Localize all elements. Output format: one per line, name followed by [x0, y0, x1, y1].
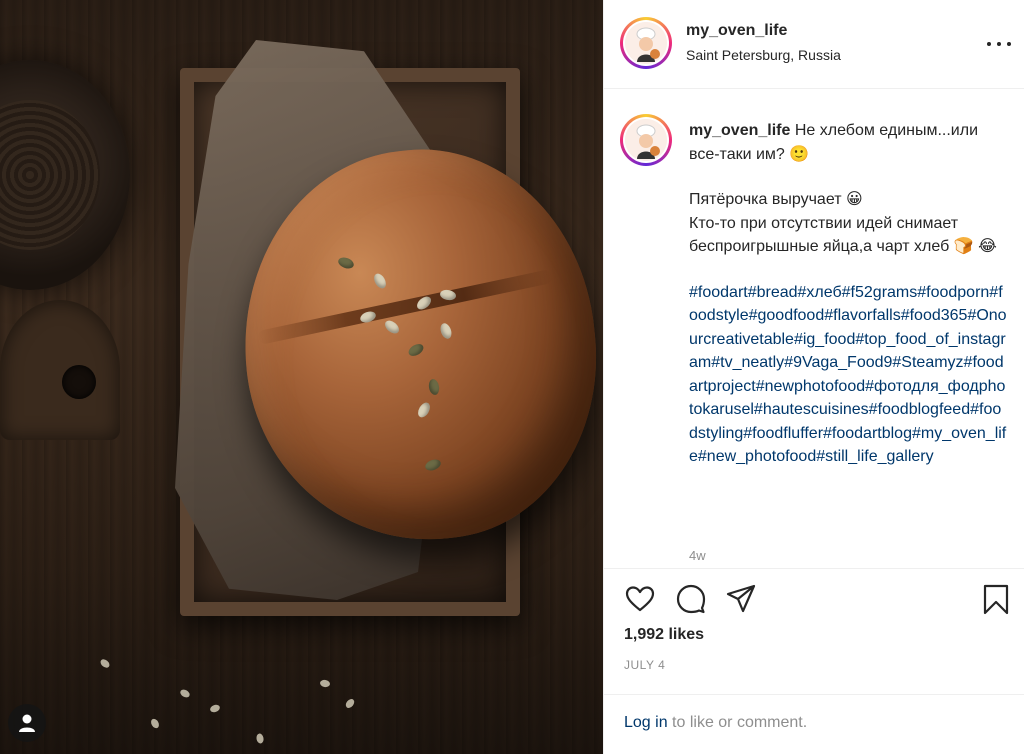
- caption-time-ago: 4w: [689, 548, 706, 563]
- more-icon[interactable]: [987, 34, 1011, 54]
- caption-area: my_oven_life Не хлебом единым...или все-…: [604, 90, 1024, 567]
- avatar[interactable]: [620, 114, 672, 166]
- cutting-board: [0, 300, 120, 440]
- bookmark-icon[interactable]: [980, 583, 1012, 615]
- profile-icon[interactable]: [8, 704, 46, 742]
- post-photo[interactable]: [0, 0, 603, 754]
- caption-hashtags[interactable]: #foodart#bread#хлеб#f52grams#foodporn#fo…: [689, 281, 1007, 469]
- scattered-seed: [344, 697, 356, 710]
- caption-text: my_oven_life Не хлебом единым...или все-…: [689, 119, 1007, 469]
- decorative-plate: [0, 60, 130, 290]
- post-panel: my_oven_life Saint Petersburg, Russia my…: [603, 0, 1024, 754]
- scattered-seed: [149, 717, 161, 730]
- scattered-seed: [98, 657, 112, 670]
- post-date[interactable]: JULY 4: [624, 658, 665, 672]
- scattered-seed: [255, 732, 265, 745]
- login-link[interactable]: Log in: [624, 714, 668, 731]
- caption-line-3: Кто-то при отсутствии идей снимает беспр…: [689, 214, 997, 256]
- caption-line-2: Пятёрочка выручает 😀: [689, 191, 863, 208]
- comment-icon[interactable]: [675, 583, 707, 615]
- action-bar: [604, 568, 1024, 631]
- heart-icon[interactable]: [624, 583, 656, 615]
- header-username[interactable]: my_oven_life: [686, 22, 787, 40]
- scattered-seed: [319, 679, 331, 688]
- avatar[interactable]: [620, 17, 672, 69]
- scattered-seed: [209, 703, 221, 714]
- login-bar: Log in to like or comment.: [604, 694, 1024, 754]
- share-icon[interactable]: [725, 583, 757, 615]
- login-rest: to like or comment.: [667, 714, 808, 731]
- scattered-seed: [178, 687, 192, 700]
- login-prompt: Log in to like or comment.: [624, 714, 807, 732]
- cutting-board-hole: [62, 365, 96, 399]
- post-location[interactable]: Saint Petersburg, Russia: [686, 47, 841, 63]
- likes-count[interactable]: 1,992 likes: [624, 626, 704, 644]
- post-header: my_oven_life Saint Petersburg, Russia: [604, 0, 1024, 89]
- caption-username[interactable]: my_oven_life: [689, 122, 790, 139]
